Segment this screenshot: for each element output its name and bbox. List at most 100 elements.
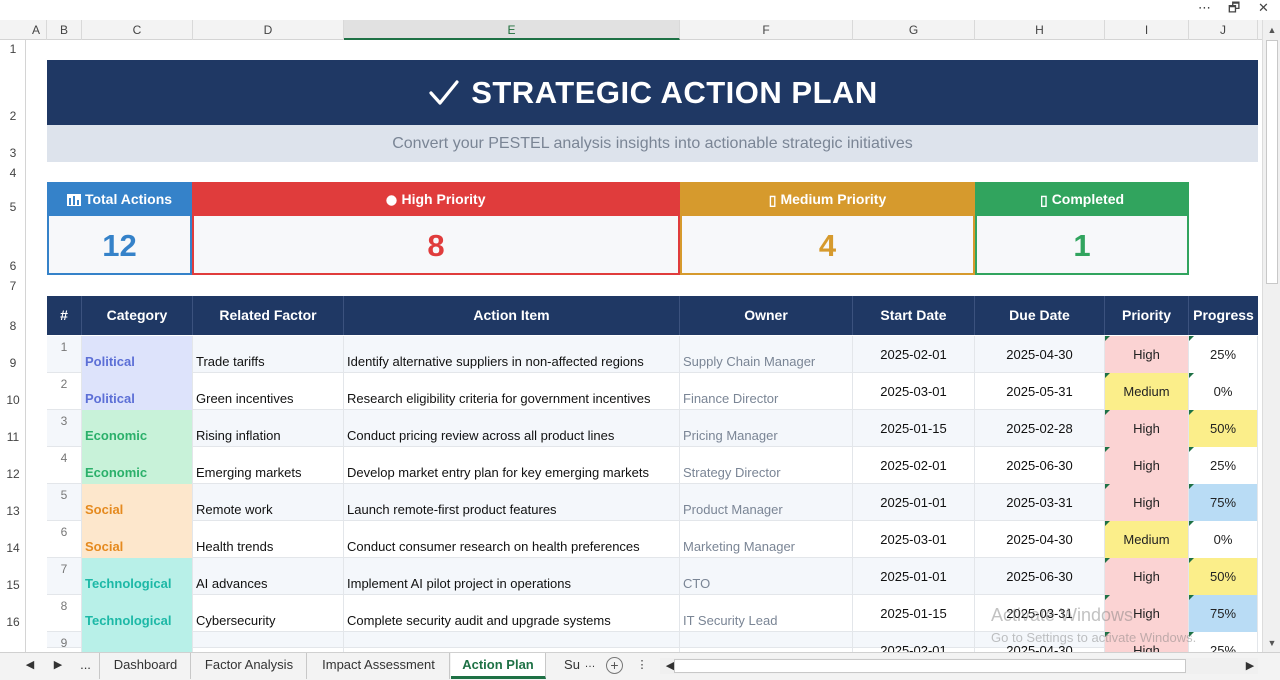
cell-start-date[interactable]: 2025-01-01 [853,558,975,595]
kpi-high-priority[interactable]: High Priority 8 [192,182,680,275]
row-header-1[interactable]: 1 [0,42,26,56]
kpi-medium-priority[interactable]: ▯ Medium Priority 4 [680,182,975,275]
cell-category[interactable]: Political [82,336,193,373]
cell-progress[interactable]: 75% [1189,595,1258,632]
table-row[interactable]: 2 Political Green incentives Research eligi… [47,373,1258,410]
cell-progress[interactable]: 75% [1189,484,1258,521]
horizontal-scroll-thumb[interactable] [674,659,1186,673]
row-header-3[interactable]: 3 [0,146,26,160]
cell-due-date[interactable]: 2025-04-30 [975,521,1105,558]
cell-number[interactable]: 7 [47,558,82,595]
column-header-d[interactable]: D [193,20,344,40]
cell-start-date[interactable]: 2025-03-01 [853,521,975,558]
cell-priority[interactable]: High [1105,447,1189,484]
column-header-i[interactable]: I [1105,20,1189,40]
cell-progress[interactable]: 0% [1189,373,1258,410]
cell-related-factor[interactable]: Emerging markets [193,447,344,484]
column-header-e[interactable]: E [344,20,680,40]
cell-progress[interactable]: 50% [1189,558,1258,595]
cell-priority[interactable]: High [1105,595,1189,632]
cell-category[interactable]: Political [82,373,193,410]
cell-start-date[interactable]: 2025-03-01 [853,373,975,410]
vertical-scroll-thumb[interactable] [1266,40,1278,284]
cell-priority[interactable]: High [1105,558,1189,595]
column-header-b[interactable]: B [47,20,82,40]
header-progress[interactable]: Progress [1189,296,1258,335]
row-header-8[interactable]: 8 [0,319,26,333]
header-action-item[interactable]: Action Item [344,296,680,335]
row-header-2[interactable]: 2 [0,109,26,123]
cell-due-date[interactable]: 2025-03-31 [975,484,1105,521]
table-row[interactable]: 1 Political Trade tariffs Identify alternat… [47,336,1258,373]
cell-owner[interactable]: Marketing Manager [680,521,853,558]
cell-number[interactable]: 5 [47,484,82,521]
tab-dashboard[interactable]: Dashboard [101,653,191,679]
cell-progress[interactable]: 25% [1189,447,1258,484]
table-row[interactable]: 6 Social Health trends Conduct consumer res… [47,521,1258,558]
cell-due-date[interactable]: 2025-02-28 [975,410,1105,447]
cell-owner[interactable]: Pricing Manager [680,410,853,447]
row-header-5[interactable]: 5 [0,200,26,214]
cell-related-factor[interactable]: Green incentives [193,373,344,410]
cell-owner[interactable]: CTO [680,558,853,595]
cell-action-item[interactable]: Conduct consumer research on health pref… [344,521,680,558]
column-header-h[interactable]: H [975,20,1105,40]
table-row[interactable]: 7 Technological AI advances Implement AI pi… [47,558,1258,595]
cell-priority[interactable]: Medium [1105,373,1189,410]
cell-due-date[interactable]: 2025-04-30 [975,336,1105,373]
hscroll-right-icon[interactable]: ▶ [1240,659,1260,672]
cell-category[interactable]: Technological [82,595,193,632]
header-related-factor[interactable]: Related Factor [193,296,344,335]
cell-related-factor[interactable]: Rising inflation [193,410,344,447]
scroll-up-icon[interactable]: ▲ [1263,23,1280,37]
cell-category[interactable]: Technological [82,558,193,595]
vertical-scrollbar[interactable]: ▲ ▼ [1262,20,1280,652]
tab-impact-assessment[interactable]: Impact Assessment [308,653,450,679]
column-header-c[interactable]: C [82,20,193,40]
column-header-g[interactable]: G [853,20,975,40]
cell-number[interactable]: 6 [47,521,82,558]
cell-start-date[interactable]: 2025-01-15 [853,410,975,447]
cell-action-item[interactable]: Research eligibility criteria for govern… [344,373,680,410]
row-header-9[interactable]: 9 [0,356,26,370]
cell-number[interactable]: 8 [47,595,82,632]
cell-start-date[interactable]: 2025-02-01 [853,336,975,373]
cell-progress[interactable]: 50% [1189,410,1258,447]
row-header-7[interactable]: 7 [0,279,26,293]
cell-owner[interactable]: Finance Director [680,373,853,410]
cell-action-item[interactable]: Complete security audit and upgrade syst… [344,595,680,632]
close-window-icon[interactable]: ✕ [1258,1,1269,17]
cell-action-item[interactable]: Launch remote-first product features [344,484,680,521]
more-options-icon[interactable]: ⋯ [1198,1,1211,17]
cell-start-date[interactable]: 2025-01-01 [853,484,975,521]
cell-owner[interactable]: Supply Chain Manager [680,336,853,373]
tab-prev-icon[interactable]: ◀ [20,658,40,671]
row-header-12[interactable]: 12 [0,467,26,481]
cell-due-date[interactable]: 2025-05-31 [975,373,1105,410]
cell-category[interactable]: Social [82,521,193,558]
cell-related-factor[interactable]: Trade tariffs [193,336,344,373]
row-header-6[interactable]: 6 [0,259,26,273]
table-row[interactable]: 8 Technological Cybersecurity Complete secu… [47,595,1258,632]
cell-related-factor[interactable]: Health trends [193,521,344,558]
cell-due-date[interactable]: 2025-03-31 [975,595,1105,632]
tab-ellipsis[interactable]: ... [72,653,100,679]
header-priority[interactable]: Priority [1105,296,1189,335]
row-header-14[interactable]: 14 [0,541,26,555]
cell-related-factor[interactable]: Remote work [193,484,344,521]
cell-category[interactable]: Social [82,484,193,521]
header-owner[interactable]: Owner [680,296,853,335]
cell-priority[interactable]: High [1105,484,1189,521]
header-start-date[interactable]: Start Date [853,296,975,335]
header-due-date[interactable]: Due Date [975,296,1105,335]
column-header-j[interactable]: J [1189,20,1258,40]
cell-owner[interactable]: Strategy Director [680,447,853,484]
row-header-4[interactable]: 4 [0,166,26,180]
cell-priority[interactable]: High [1105,410,1189,447]
cell-action-item[interactable]: Develop market entry plan for key emergi… [344,447,680,484]
table-row[interactable]: 3 Economic Rising inflation Conduct pricing… [47,410,1258,447]
cell-number[interactable]: 4 [47,447,82,484]
cell-due-date[interactable]: 2025-06-30 [975,558,1105,595]
cell-due-date[interactable]: 2025-06-30 [975,447,1105,484]
tab-factor-analysis[interactable]: Factor Analysis [192,653,307,679]
